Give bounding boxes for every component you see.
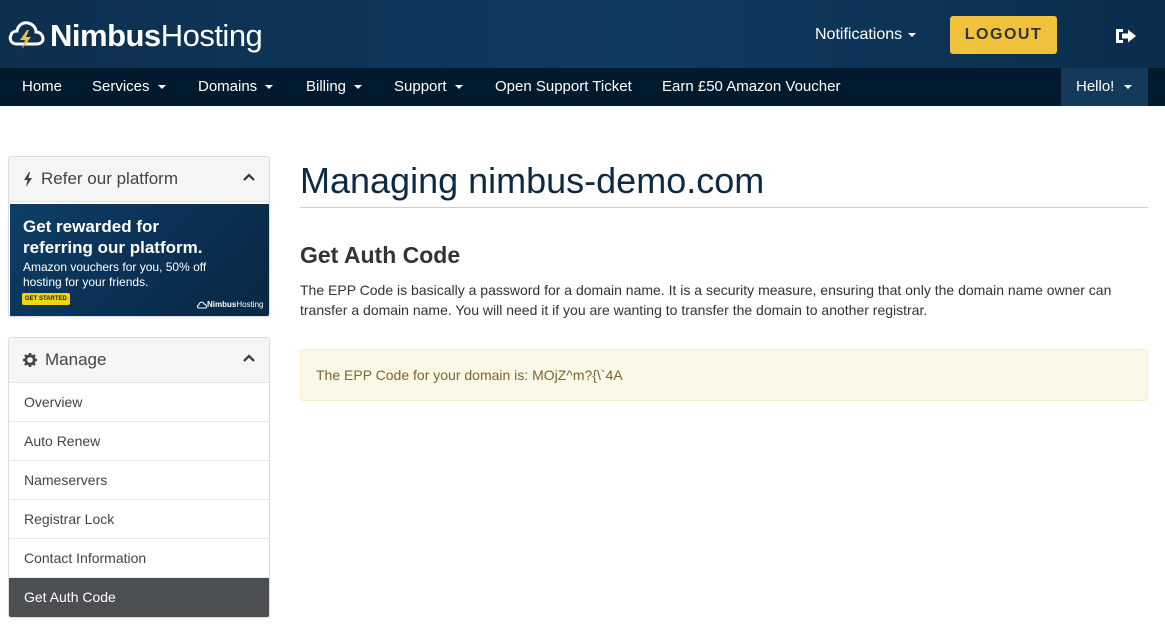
manage-panel: Manage Overview Auto Renew Nameservers R… — [8, 337, 270, 618]
caret-down-icon — [908, 33, 917, 37]
section-title: Get Auth Code — [300, 242, 461, 268]
refer-panel-header[interactable]: Refer our platform — [9, 157, 269, 202]
nav-amazon-voucher[interactable]: Earn £50 Amazon Voucher — [662, 68, 840, 106]
promo-brand-logo: Nimbus Hosting — [197, 300, 263, 309]
caret-down-icon — [454, 85, 463, 90]
chevron-up-icon[interactable] — [243, 173, 255, 181]
user-menu[interactable]: Hello! — [1061, 68, 1148, 106]
cloud-lightning-icon — [8, 21, 45, 49]
title-divider — [300, 207, 1148, 208]
bolt-icon — [24, 171, 32, 187]
referral-promo-banner[interactable]: Get rewarded for referring our platform.… — [10, 204, 269, 316]
nav-domains[interactable]: Domains — [198, 68, 274, 106]
sign-out-icon[interactable] — [1114, 26, 1138, 46]
menu-item-nameservers[interactable]: Nameservers — [9, 461, 269, 500]
logout-button[interactable]: LOGOUT — [950, 16, 1057, 54]
brand-logo[interactable]: NimbusHosting — [8, 17, 263, 53]
menu-item-overview[interactable]: Overview — [9, 383, 269, 422]
menu-item-auto-renew[interactable]: Auto Renew — [9, 422, 269, 461]
epp-code-alert: The EPP Code for your domain is: MOjZ^m?… — [300, 349, 1148, 401]
manage-panel-header[interactable]: Manage — [9, 338, 269, 383]
caret-down-icon — [354, 85, 363, 90]
nav-support[interactable]: Support — [394, 68, 463, 106]
get-started-button[interactable]: GET STARTED — [22, 293, 70, 305]
page-title: Managing nimbus-demo.com — [300, 160, 765, 201]
menu-item-registrar-lock[interactable]: Registrar Lock — [9, 500, 269, 539]
notifications-dropdown[interactable]: Notifications — [815, 26, 917, 44]
nav-home[interactable]: Home — [22, 68, 62, 106]
gear-icon — [23, 353, 37, 367]
nav-open-ticket[interactable]: Open Support Ticket — [495, 68, 632, 106]
menu-item-get-auth-code[interactable]: Get Auth Code — [9, 578, 269, 617]
refer-panel: Refer our platform Get rewarded for refe… — [8, 156, 270, 317]
main-navbar: Home Services Domains Billing Support Op… — [0, 68, 1165, 106]
promo-subtext: Amazon vouchers for you, 50% off hosting… — [23, 260, 207, 289]
caret-down-icon — [265, 85, 274, 90]
top-header: NimbusHosting Notifications LOGOUT — [0, 0, 1165, 68]
refer-panel-title: Refer our platform — [41, 169, 178, 188]
menu-item-contact-information[interactable]: Contact Information — [9, 539, 269, 578]
notifications-label: Notifications — [815, 26, 903, 43]
cloud-icon — [197, 301, 207, 308]
manage-panel-title: Manage — [45, 350, 107, 369]
caret-down-icon — [1124, 85, 1133, 90]
auth-code-description: The EPP Code is basically a password for… — [300, 282, 1112, 318]
chevron-up-icon[interactable] — [243, 354, 255, 362]
nav-billing[interactable]: Billing — [306, 68, 363, 106]
promo-headline: Get rewarded for referring our platform. — [23, 217, 203, 257]
brand-name: NimbusHosting — [50, 17, 263, 53]
nav-services[interactable]: Services — [92, 68, 166, 106]
caret-down-icon — [157, 85, 166, 90]
